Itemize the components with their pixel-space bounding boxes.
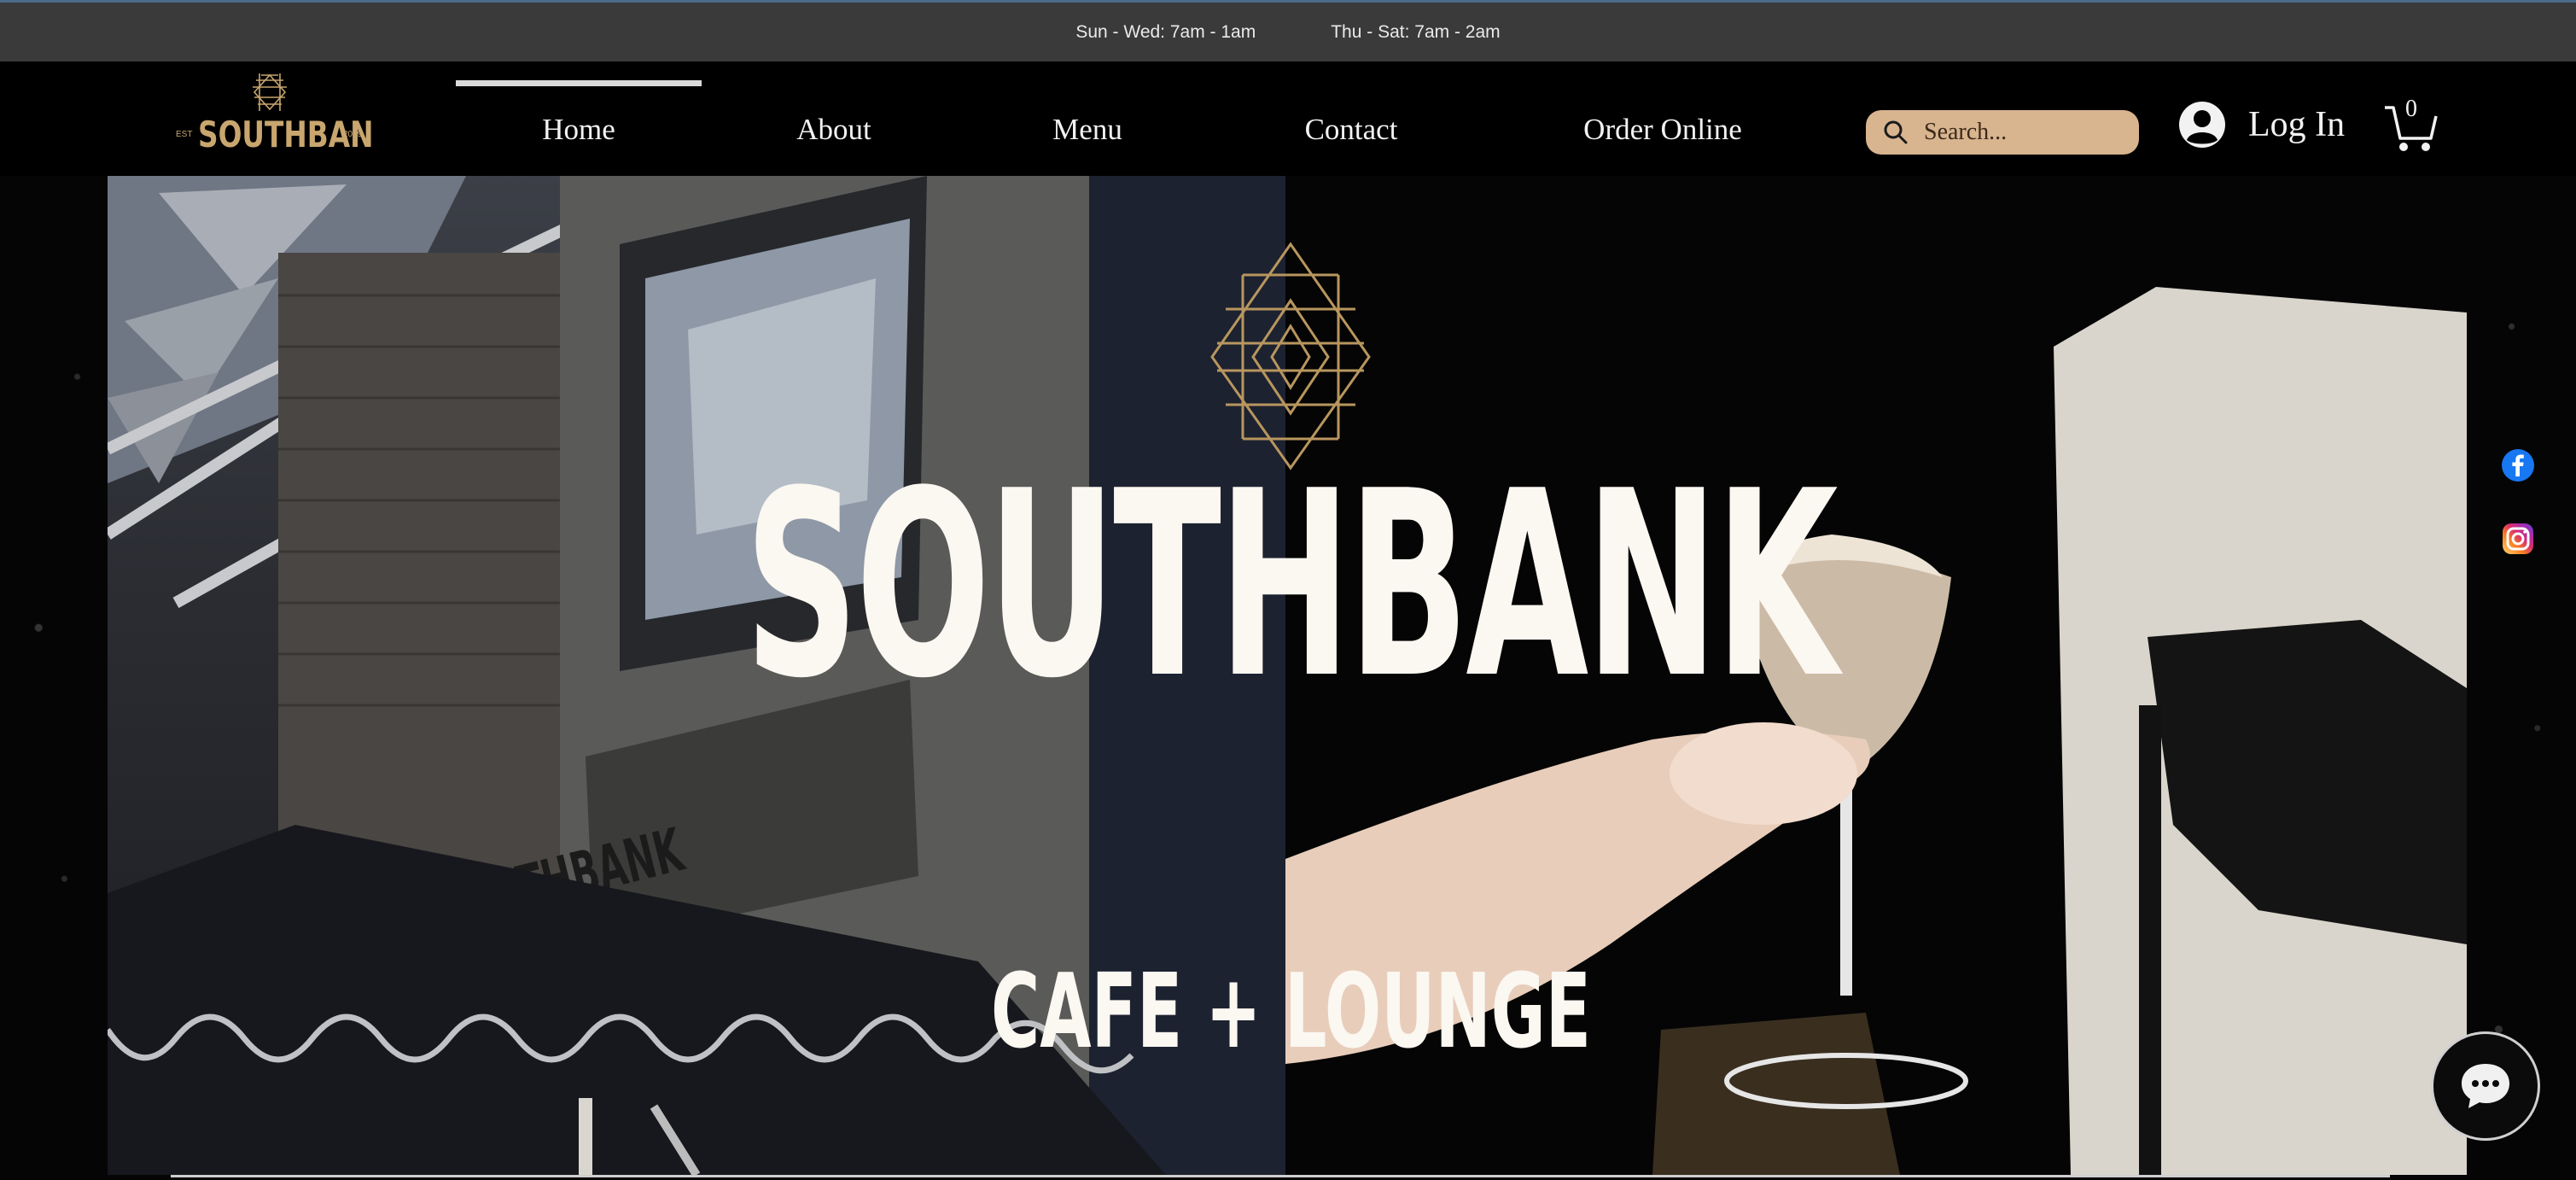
facebook-link[interactable] [2501, 448, 2535, 482]
nav-item-order-online[interactable]: Order Online [1494, 113, 1832, 147]
hero-title: SOUTHBANK [744, 436, 1838, 734]
site-header: EST SOUTHBANK 2019 Home About Menu Conta… [0, 61, 2576, 176]
nav-item-home[interactable]: Home [456, 113, 702, 147]
instagram-link[interactable] [2501, 522, 2535, 556]
logo-year: 2019 [343, 130, 363, 139]
nav-item-menu[interactable]: Menu [966, 113, 1209, 147]
section-divider [171, 1175, 2390, 1177]
logo-emblem [253, 73, 287, 111]
southbank-logo[interactable]: EST SOUTHBANK 2019 [167, 68, 372, 164]
chat-bubble-icon [2462, 1064, 2509, 1108]
search-box[interactable] [1866, 110, 2139, 155]
hero-subtitle: CAFE + LOUNGE [991, 953, 1592, 1072]
user-avatar-icon [2179, 102, 2225, 148]
chat-button[interactable] [2431, 1031, 2540, 1141]
logo-est: EST [176, 130, 192, 139]
nav-item-contact[interactable]: Contact [1209, 113, 1494, 147]
cart-button[interactable]: 0 [2383, 96, 2438, 154]
hero-section: SOUTHBANK CAFE + LOUNGE [108, 176, 2467, 1175]
facebook-icon [2502, 449, 2534, 482]
nav-active-indicator [456, 80, 702, 86]
login-label: Log In [2248, 105, 2346, 144]
social-bar [2501, 448, 2535, 595]
nav-item-about[interactable]: About [702, 113, 966, 147]
cart-count: 0 [2405, 96, 2417, 122]
hours-thu-sat: Thu - Sat: 7am - 2am [1331, 21, 1501, 42]
hours-bar: Sun - Wed: 7am - 1am Thu - Sat: 7am - 2a… [0, 0, 2576, 61]
instagram-icon [2503, 523, 2533, 554]
main-nav: Home About Menu Contact Order Online [456, 113, 1832, 147]
hero-overlay: SOUTHBANK CAFE + LOUNGE [108, 176, 2467, 1175]
search-icon [1884, 120, 1908, 144]
search-input[interactable] [1922, 118, 2118, 147]
hours-sun-wed: Sun - Wed: 7am - 1am [1075, 21, 1256, 42]
login-button[interactable]: Log In [2178, 101, 2345, 149]
